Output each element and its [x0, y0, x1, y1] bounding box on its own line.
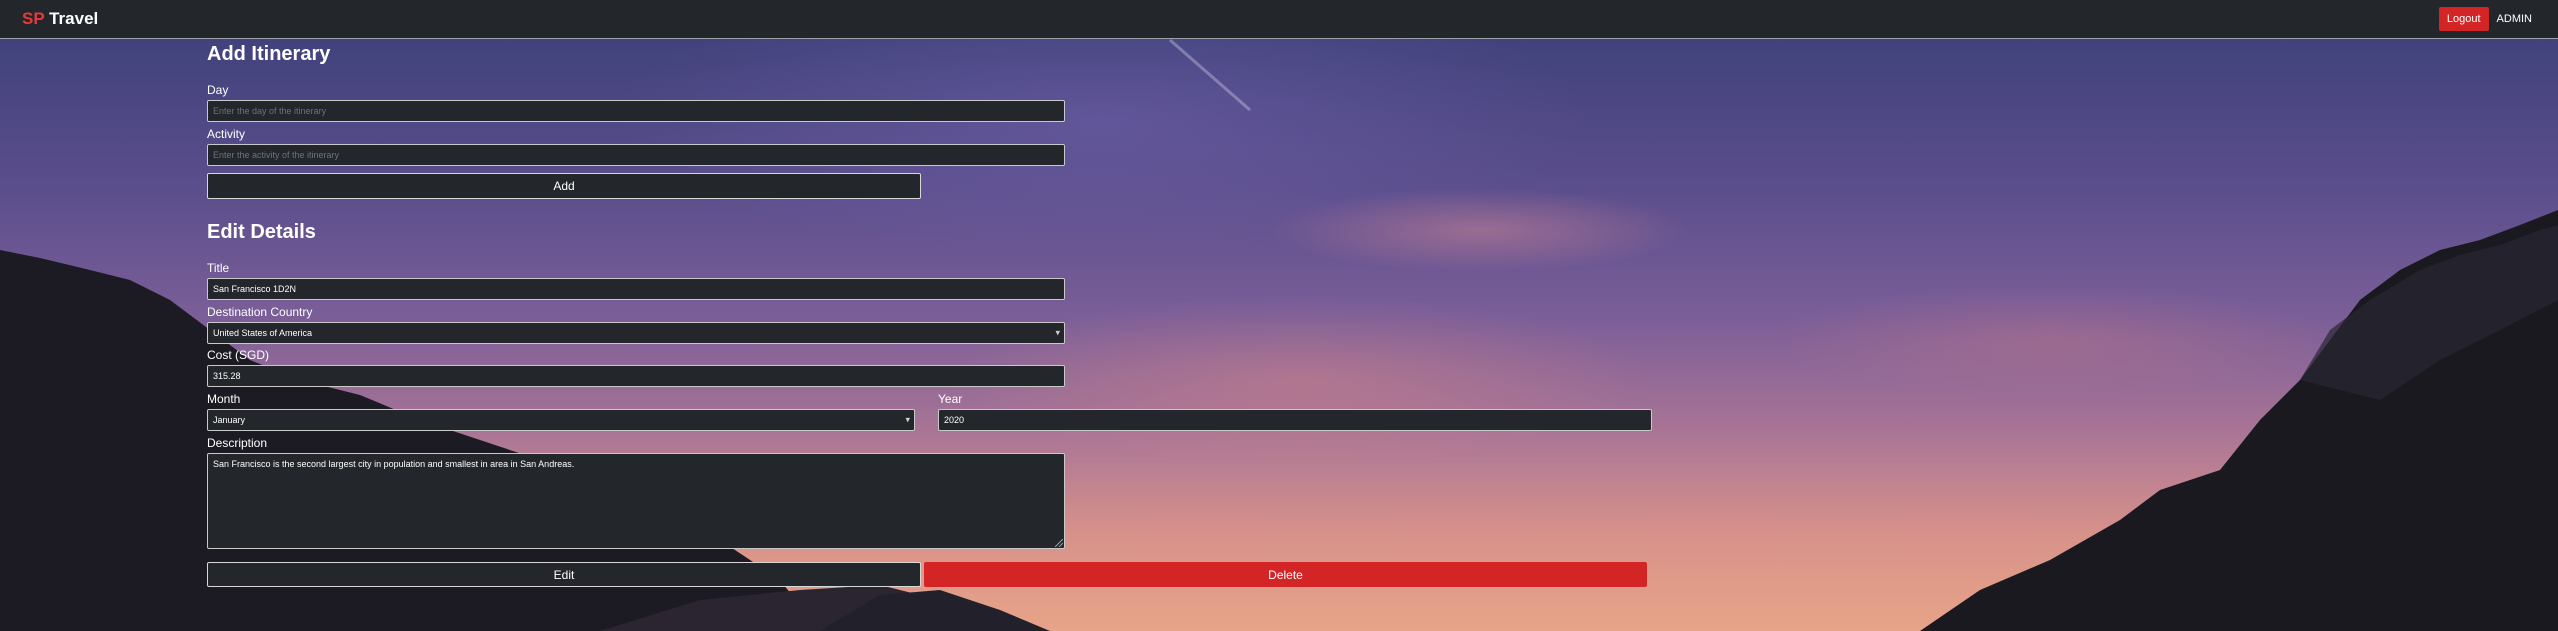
year-input[interactable]: 2020	[938, 409, 1652, 431]
add-itinerary-heading: Add Itinerary	[207, 43, 331, 65]
day-label: Day	[207, 83, 229, 97]
description-textarea[interactable]: San Francisco is the second largest city…	[207, 453, 1065, 549]
day-input[interactable]: Enter the day of the itinerary	[207, 100, 1065, 122]
add-button[interactable]: Add	[207, 173, 921, 199]
nav-right: Logout ADMIN	[2438, 7, 2536, 31]
cost-input[interactable]: 315.28	[207, 365, 1065, 387]
country-select[interactable]: United States of America	[207, 322, 1065, 344]
delete-button[interactable]: Delete	[924, 562, 1647, 587]
cost-label: Cost (SGD)	[207, 348, 270, 362]
brand-travel: Travel	[49, 9, 99, 28]
resize-handle-icon[interactable]	[1055, 539, 1063, 547]
month-label: Month	[207, 392, 241, 406]
brand-sp: SP	[22, 9, 45, 28]
logout-button[interactable]: Logout	[2438, 7, 2489, 31]
brand-logo[interactable]: SP Travel	[22, 9, 98, 29]
top-navbar: SP Travel Logout ADMIN	[0, 0, 2558, 39]
title-input[interactable]: San Francisco 1D2N	[207, 278, 1065, 300]
year-label: Year	[938, 392, 963, 406]
description-text: San Francisco is the second largest city…	[213, 459, 575, 469]
title-label: Title	[207, 261, 230, 275]
user-label[interactable]: ADMIN	[2497, 13, 2532, 25]
edit-button[interactable]: Edit	[207, 562, 921, 587]
activity-input[interactable]: Enter the activity of the itinerary	[207, 144, 1065, 166]
month-select[interactable]: January	[207, 409, 915, 431]
description-label: Description	[207, 436, 268, 450]
activity-label: Activity	[207, 127, 246, 141]
edit-details-heading: Edit Details	[207, 221, 316, 243]
country-label: Destination Country	[207, 305, 313, 319]
